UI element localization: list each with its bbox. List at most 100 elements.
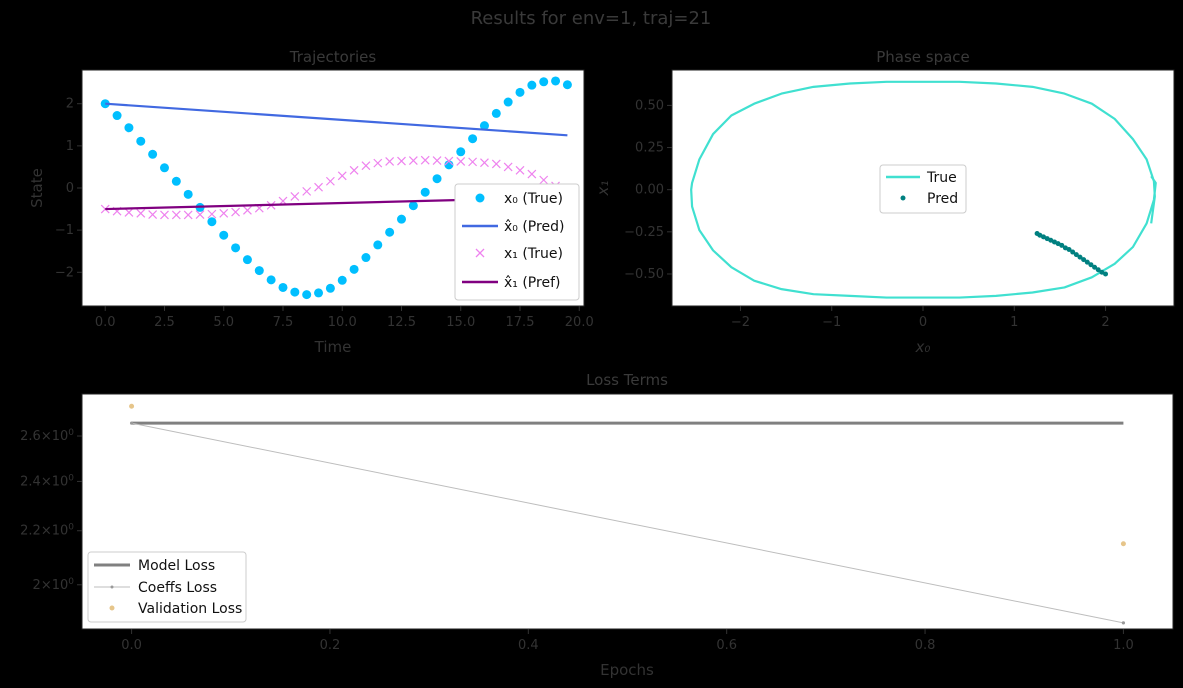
trajectories-title: Trajectories bbox=[289, 48, 377, 66]
loss-terms-legend: Model Loss Coeffs Loss Validation Loss bbox=[87, 551, 247, 623]
x-tick-label: 7.5 bbox=[273, 315, 294, 330]
series-x0_true-point bbox=[112, 111, 122, 121]
x-tick-label: 1.0 bbox=[1113, 638, 1134, 653]
y-tick-label: 2×100 bbox=[33, 577, 75, 593]
series-x0_true-point bbox=[337, 275, 347, 285]
figure-suptitle: Results for env=1, traj=21 bbox=[471, 8, 712, 29]
series-x0_true-point bbox=[183, 189, 193, 199]
trajectories-xlabel: Time bbox=[314, 338, 352, 356]
y-tick-label: −0.50 bbox=[624, 267, 664, 282]
series-coeffs_loss-point bbox=[1121, 621, 1126, 625]
series-x0_true-point bbox=[468, 134, 478, 144]
x-tick-label: 0.0 bbox=[121, 638, 142, 653]
series-x0_true-point bbox=[314, 288, 324, 298]
phase-space-legend: True Pred bbox=[879, 164, 967, 214]
legend-label-x0-pred: x̂₀ (Pred) bbox=[504, 219, 564, 235]
y-tick-label: 0.00 bbox=[635, 183, 664, 198]
y-tick-label: 2.6×100 bbox=[20, 428, 74, 444]
y-tick-label: 1 bbox=[66, 139, 74, 154]
legend-label-model-loss: Model Loss bbox=[138, 558, 215, 574]
series-x0_true-point bbox=[290, 287, 300, 297]
series-x0_true-point bbox=[325, 283, 335, 293]
legend-label-coeffs-loss: Coeffs Loss bbox=[138, 580, 217, 596]
x-tick-label: 15.0 bbox=[446, 315, 475, 330]
series-validation_loss-point bbox=[1120, 541, 1126, 547]
series-x0_true-point bbox=[171, 176, 181, 186]
y-tick-label: −2 bbox=[55, 265, 74, 280]
x-tick-label: 0.8 bbox=[915, 638, 936, 653]
x-tick-label: 0.4 bbox=[518, 638, 539, 653]
series-coeffs_loss-point bbox=[129, 421, 134, 425]
y-tick-label: 0 bbox=[66, 181, 74, 196]
series-x0_true-point bbox=[456, 147, 466, 157]
series-x0_true-point bbox=[266, 275, 276, 285]
x-tick-label: 12.5 bbox=[387, 315, 416, 330]
series-x0_true-point bbox=[385, 227, 395, 237]
series-x0_true-point bbox=[207, 217, 217, 227]
x-tick-label: 2 bbox=[1101, 315, 1109, 330]
x-tick-label: −2 bbox=[731, 315, 750, 330]
series-x0_true-point bbox=[396, 214, 406, 224]
legend-marker-pred bbox=[900, 195, 906, 201]
x-tick-label: 0.0 bbox=[95, 315, 116, 330]
y-tick-label: 0.25 bbox=[635, 141, 664, 156]
phase-space-xlabel: x₀ bbox=[915, 338, 931, 356]
series-x0_true-point bbox=[503, 97, 513, 107]
series-x0_true-point bbox=[408, 201, 418, 211]
series-x0_true-point bbox=[302, 290, 312, 300]
y-tick-label: −0.25 bbox=[624, 225, 664, 240]
series-x0_true-point bbox=[254, 266, 264, 276]
series-x0_true-point bbox=[136, 136, 146, 146]
x-tick-label: 20.0 bbox=[565, 315, 594, 330]
x-tick-label: 1 bbox=[1010, 315, 1018, 330]
x-tick-label: 5.0 bbox=[213, 315, 234, 330]
series-x0_true-point bbox=[231, 243, 241, 253]
legend-marker-coeffs-dot bbox=[110, 585, 114, 589]
legend-label-x1-pred: x̂₁ (Pref) bbox=[504, 275, 560, 291]
phase-space-title: Phase space bbox=[876, 48, 970, 66]
series-validation_loss-point bbox=[129, 403, 135, 409]
legend-label-validation-loss: Validation Loss bbox=[138, 601, 242, 617]
series-x0_true-point bbox=[278, 282, 288, 292]
series-x0_true-point bbox=[242, 255, 252, 265]
legend-label-true: True bbox=[926, 170, 957, 186]
series-x0_true-point bbox=[539, 77, 549, 87]
series-x0_true-point bbox=[159, 163, 169, 173]
legend-label-x1-true: x₁ (True) bbox=[504, 246, 563, 262]
legend-marker-validation-loss bbox=[109, 605, 115, 611]
y-tick-label: 2.2×100 bbox=[20, 523, 74, 539]
series-x0_true-point bbox=[551, 76, 561, 86]
loss-terms-xlabel: Epochs bbox=[600, 661, 654, 679]
series-x0_true-point bbox=[361, 253, 371, 263]
series-x0_true-point bbox=[562, 80, 572, 90]
x-tick-label: 0.6 bbox=[716, 638, 737, 653]
series-x0_true-point bbox=[124, 123, 134, 133]
figure: Results for env=1, traj=21 Trajectories … bbox=[0, 0, 1183, 688]
x-tick-label: 17.5 bbox=[506, 315, 535, 330]
series-x0_true-point bbox=[432, 174, 442, 184]
series-x0_true-point bbox=[219, 230, 229, 240]
series-x0_true-point bbox=[420, 187, 430, 197]
x-tick-label: 10.0 bbox=[328, 315, 357, 330]
legend-label-pred: Pred bbox=[927, 191, 958, 207]
series-x0_true-point bbox=[373, 240, 383, 250]
legend-marker-x0-true bbox=[475, 193, 485, 203]
legend-label-x0-true: x₀ (True) bbox=[504, 191, 563, 207]
x-tick-label: −1 bbox=[822, 315, 841, 330]
loss-terms-title: Loss Terms bbox=[586, 371, 668, 389]
y-tick-label: 2.4×100 bbox=[20, 473, 74, 489]
phase-space-ylabel: x₁ bbox=[594, 181, 612, 197]
series-pred-point bbox=[1034, 231, 1040, 237]
series-x0_true-point bbox=[148, 149, 158, 159]
x-tick-label: 0.2 bbox=[320, 638, 341, 653]
trajectories-legend: x₀ (True) x̂₀ (Pred) x₁ (True) x̂₁ (Pref… bbox=[454, 183, 580, 301]
series-x0_true-point bbox=[349, 264, 359, 274]
trajectories-ylabel: State bbox=[28, 168, 46, 208]
y-tick-label: −1 bbox=[55, 223, 74, 238]
series-x0_true-point bbox=[491, 108, 501, 118]
y-tick-label: 0.50 bbox=[635, 98, 664, 113]
x-tick-label: 2.5 bbox=[154, 315, 175, 330]
x-tick-label: 0 bbox=[919, 315, 927, 330]
y-tick-label: 2 bbox=[66, 97, 74, 112]
series-x0_true-point bbox=[515, 87, 525, 97]
